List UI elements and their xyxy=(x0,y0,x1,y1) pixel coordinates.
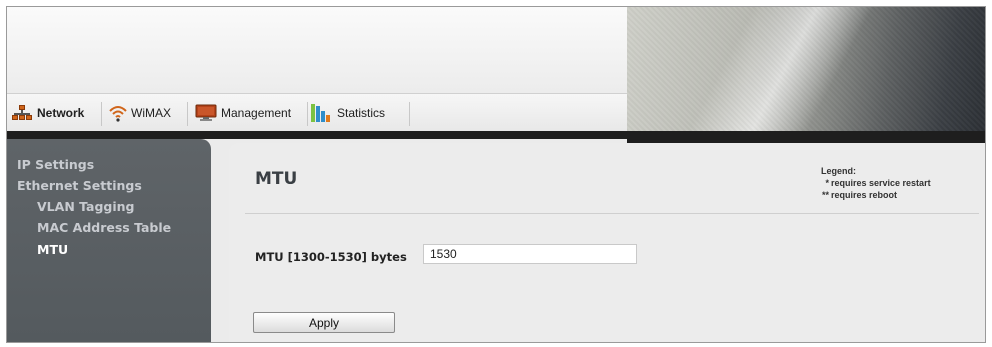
sidebar: IP Settings Ethernet Settings VLAN Taggi… xyxy=(7,139,211,342)
top-nav: Network WiMAX Management Statistics xyxy=(7,93,627,132)
legend-title: Legend: xyxy=(821,166,856,176)
tab-statistics-label: Statistics xyxy=(337,106,386,120)
page-title: MTU xyxy=(255,169,298,189)
legend-mark: ** xyxy=(821,190,829,200)
sidebar-item-vlan-tagging[interactable]: VLAN Tagging xyxy=(37,199,135,214)
tab-management-label: Management xyxy=(221,106,292,120)
network-icon xyxy=(11,105,33,121)
tab-statistics[interactable]: Statistics xyxy=(311,94,385,132)
tab-separator xyxy=(409,102,410,126)
mtu-input[interactable] xyxy=(423,244,637,264)
header-hero-image xyxy=(627,7,985,131)
tab-wimax-label: WiMAX xyxy=(131,106,171,120)
header-banner: Network WiMAX Management Statistics xyxy=(7,7,985,132)
legend-item: * requires service restart xyxy=(821,177,931,189)
tab-management[interactable]: Management xyxy=(195,94,291,132)
apply-button[interactable]: Apply xyxy=(253,312,395,333)
legend-item: ** requires reboot xyxy=(821,189,931,201)
tab-network[interactable]: Network xyxy=(11,94,84,132)
tab-separator xyxy=(187,102,188,126)
legend-text: requires service restart xyxy=(831,178,931,188)
tab-wimax[interactable]: WiMAX xyxy=(109,94,171,132)
divider xyxy=(245,213,979,214)
legend: Legend: * requires service restart ** re… xyxy=(821,165,931,201)
app-window: Network WiMAX Management Statistics IP S… xyxy=(6,6,986,343)
sidebar-item-mtu[interactable]: MTU xyxy=(37,242,68,257)
statistics-chart-icon xyxy=(311,104,333,122)
main-content: MTU Legend: * requires service restart *… xyxy=(229,143,985,342)
sidebar-item-ethernet-settings[interactable]: Ethernet Settings xyxy=(17,178,142,193)
legend-text: requires reboot xyxy=(831,190,898,200)
header-divider xyxy=(7,131,985,139)
tab-separator xyxy=(101,102,102,126)
mtu-field-label: MTU [1300-1530] bytes xyxy=(255,250,407,264)
sidebar-item-mac-address-table[interactable]: MAC Address Table xyxy=(37,220,171,235)
wimax-signal-icon xyxy=(109,104,127,122)
tab-network-label: Network xyxy=(37,106,85,120)
legend-mark: * xyxy=(825,178,829,188)
sidebar-item-ip-settings[interactable]: IP Settings xyxy=(17,157,94,172)
tab-separator xyxy=(307,102,308,126)
management-monitor-icon xyxy=(195,104,217,122)
